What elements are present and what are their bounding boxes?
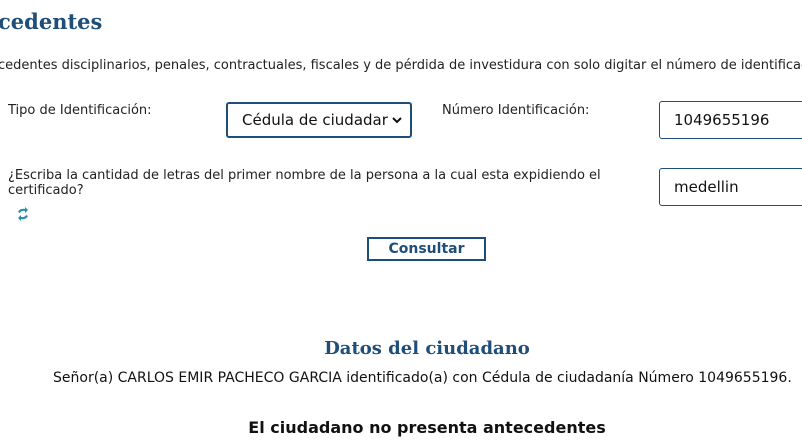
security-answer-input[interactable] xyxy=(659,168,802,206)
chevron-down-icon xyxy=(392,117,402,124)
status-message: El ciudadano no presenta antecedentes xyxy=(248,418,606,437)
id-number-input[interactable] xyxy=(659,101,802,139)
refresh-icon[interactable] xyxy=(15,206,31,222)
page-title: cedentes xyxy=(0,9,103,34)
id-number-label: Número Identificación: xyxy=(442,103,590,118)
intro-text: cedentes disciplinarios, penales, contra… xyxy=(0,58,802,73)
citizen-data-title: Datos del ciudadano xyxy=(324,338,530,359)
id-type-selected-value: Cédula de ciudadar xyxy=(242,111,388,129)
id-type-select[interactable]: Cédula de ciudadar xyxy=(226,102,412,138)
consultar-button[interactable]: Consultar xyxy=(367,237,486,261)
citizen-info-text: Señor(a) CARLOS EMIR PACHECO GARCIA iden… xyxy=(53,370,792,386)
id-type-label: Tipo de Identificación: xyxy=(8,103,152,118)
security-question-label: ¿Escriba la cantidad de letras del prime… xyxy=(8,168,601,198)
